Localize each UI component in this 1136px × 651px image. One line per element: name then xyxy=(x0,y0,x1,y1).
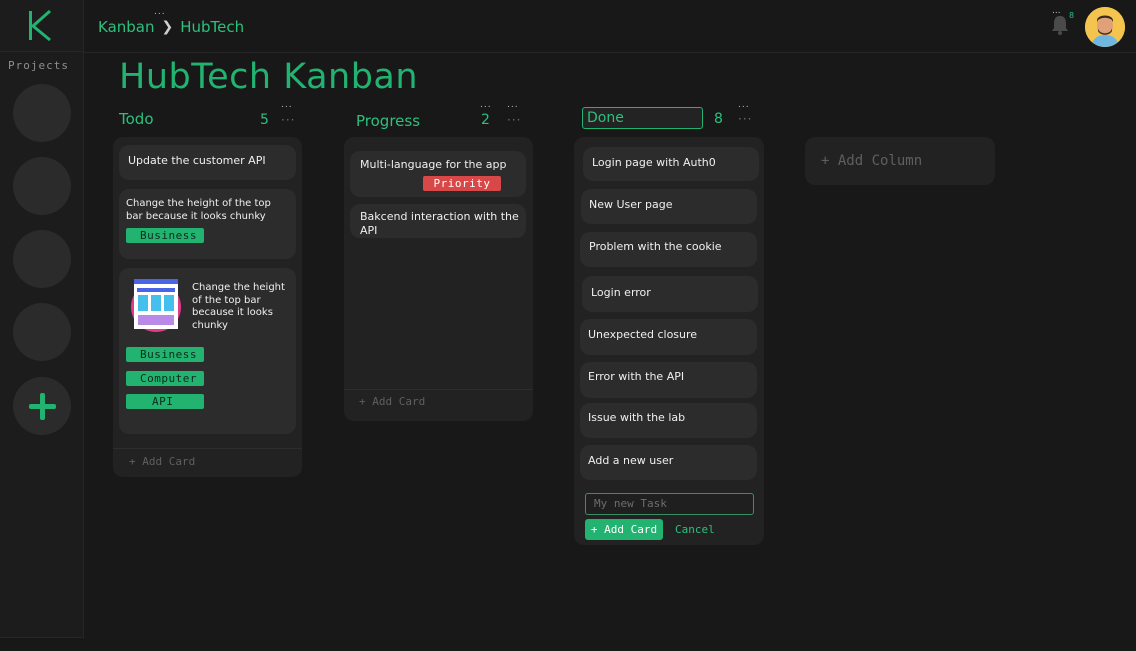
card[interactable]: Change the height of the top bar because… xyxy=(119,268,296,434)
chevron-right-icon: ❯ xyxy=(161,19,174,35)
count-dots: ... xyxy=(480,100,492,110)
card-text: Login error xyxy=(591,286,651,299)
breadcrumb-dots: ... xyxy=(154,7,166,17)
sidebar: Projects xyxy=(0,0,84,638)
webpage-illustration-icon xyxy=(131,279,181,332)
card-text: Issue with the lab xyxy=(588,411,686,424)
column-count-todo: 5 xyxy=(260,112,269,128)
top-bar: ... Kanban ❯ HubTech ... 8 xyxy=(84,0,1136,53)
column-title-progress[interactable]: Progress xyxy=(356,112,420,130)
project-item[interactable] xyxy=(13,157,71,215)
column-menu-progress[interactable]: ··· xyxy=(507,113,521,127)
app-logo[interactable] xyxy=(0,0,84,52)
card-text: Change the height of the top bar because… xyxy=(126,198,271,222)
column-title-todo[interactable]: Todo xyxy=(119,110,154,128)
card[interactable]: Unexpected closure xyxy=(580,319,757,355)
bell-icon[interactable] xyxy=(1050,14,1070,36)
column-dots: ... xyxy=(507,100,519,110)
add-card-button-progress[interactable]: + Add Card xyxy=(359,395,425,408)
card[interactable]: Multi-language for the app Priority xyxy=(350,151,526,197)
card[interactable]: Login error xyxy=(582,276,758,312)
card[interactable]: Update the customer API xyxy=(119,145,296,180)
card-text: Update the customer API xyxy=(128,154,266,167)
divider xyxy=(344,389,533,390)
tag-business: Business xyxy=(126,347,204,362)
column-menu-todo[interactable]: ··· xyxy=(281,113,295,127)
card[interactable]: Change the height of the top bar because… xyxy=(119,189,296,259)
card-text: Bakcend interaction with the API xyxy=(360,210,519,237)
tag-priority: Priority xyxy=(423,176,501,191)
avatar[interactable] xyxy=(1085,7,1125,47)
divider xyxy=(113,448,302,449)
project-item[interactable] xyxy=(13,303,71,361)
column-count-progress: 2 xyxy=(481,112,490,128)
card-text: New User page xyxy=(589,198,673,211)
column-count-done: 8 xyxy=(714,111,723,127)
k-logo-icon xyxy=(29,10,51,42)
page-title: HubTech Kanban xyxy=(119,57,419,97)
cancel-button[interactable]: Cancel xyxy=(675,523,715,536)
column-title-input-done[interactable]: Done xyxy=(582,107,703,129)
add-project-button[interactable] xyxy=(13,377,71,435)
add-card-button-todo[interactable]: + Add Card xyxy=(129,455,195,468)
notification-count: 8 xyxy=(1069,11,1075,20)
column-dots: ... xyxy=(281,100,293,110)
column-menu-done[interactable]: ··· xyxy=(738,112,752,126)
card[interactable]: Bakcend interaction with the API xyxy=(350,204,526,238)
card[interactable]: Problem with the cookie xyxy=(580,232,757,267)
tag-business: Business xyxy=(126,228,204,243)
add-column-button[interactable]: + Add Column xyxy=(805,137,995,185)
card-text: Problem with the cookie xyxy=(589,240,722,253)
card-text: Login page with Auth0 xyxy=(592,156,716,169)
card[interactable]: New User page xyxy=(581,189,757,224)
user-avatar-icon xyxy=(1085,7,1125,47)
project-item[interactable] xyxy=(13,230,71,288)
breadcrumb-kanban[interactable]: Kanban xyxy=(98,18,155,36)
project-item[interactable] xyxy=(13,84,71,142)
column-dots: ... xyxy=(738,100,750,110)
card-text: Add a new user xyxy=(588,454,674,467)
card[interactable]: Error with the API xyxy=(580,362,757,398)
projects-label: Projects xyxy=(8,59,69,72)
card-text: Multi-language for the app xyxy=(360,158,507,171)
card-text: Error with the API xyxy=(588,370,685,383)
card[interactable]: Login page with Auth0 xyxy=(583,147,759,181)
breadcrumb: Kanban ❯ HubTech xyxy=(98,18,244,36)
card-text: Unexpected closure xyxy=(588,328,698,341)
add-card-button-done[interactable]: + Add Card xyxy=(585,519,663,540)
tag-computer: Computer xyxy=(126,371,204,386)
breadcrumb-hubtech[interactable]: HubTech xyxy=(180,18,244,36)
card[interactable]: Issue with the lab xyxy=(580,403,757,438)
card[interactable]: Add a new user xyxy=(580,445,757,480)
card-text: Change the height of the top bar because… xyxy=(192,282,285,331)
tag-api: API xyxy=(126,394,204,409)
new-task-input[interactable]: My new Task xyxy=(585,493,754,515)
